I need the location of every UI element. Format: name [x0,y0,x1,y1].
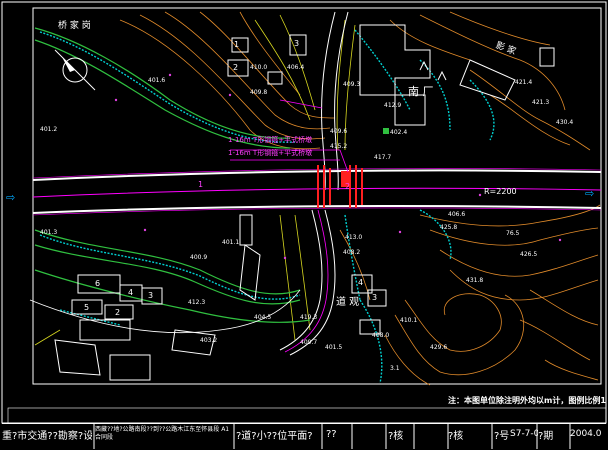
station-label: 2 [345,182,351,191]
title-block-company: 重?市交通??勘察?设计院 [2,430,92,442]
title-block-date-label: ?期 [538,430,554,442]
elevation-label: 409.7 [300,339,318,346]
title-block-reviewer: ?核 [448,430,464,442]
building-label: 5 [84,303,90,312]
elevation-label: 401.1 [222,239,240,246]
building-label: 3 [148,291,154,300]
building-label: 1 [234,40,240,49]
title-block-project: 西藏??地?公路南段??到??公路木江东至怀县段 A1合同段 [95,426,230,441]
elevation-label: 408.2 [343,249,361,256]
title-block-designer: ?? [326,428,337,440]
contours-yellow [34,14,356,346]
elevation-label: 408.0 [372,332,390,339]
title-block-number: S7-7-0 [510,429,538,439]
label-factory: 南 厂 [408,85,434,98]
elevation-label: 409.3 [343,81,361,88]
elevation-label: 425.8 [440,224,458,231]
title-block-date: 2004.0 [570,429,602,439]
pier-note-2: 1-16m T形钢箍+平式桥墩 [228,149,313,157]
survey-marker [383,128,389,134]
building-label: 3 [294,39,300,48]
elevation-label: 410.0 [250,64,268,71]
elevation-label: 76.5 [506,230,520,237]
elevation-label: 415.2 [330,143,348,150]
contours-bottom [339,204,601,386]
elevation-label: 429.6 [430,344,448,351]
building-label: 4 [358,278,364,287]
elevation-label: 403.2 [200,337,218,344]
title-block-checker: ?核 [388,430,404,442]
building-label: 6 [95,279,101,288]
building-label: 2 [233,63,239,72]
station-label: 1 [198,180,204,189]
elevation-label: 421.4 [515,79,533,86]
elevation-label: 401.6 [148,77,166,84]
elevation-label: 419.3 [300,314,318,321]
building-label: 4 [128,288,134,297]
label-top-road: 桥 家 岗 [58,21,91,31]
pier-note-1: 1-16m T形钢箍+平式桥墩 [228,136,313,144]
elevation-label: 409.8 [250,89,268,96]
elevation-label: 400.9 [190,254,208,261]
elevation-label: 431.8 [466,277,484,284]
arrow-left-icon: ⇨ [6,191,16,204]
elevation-label: 413.0 [345,234,363,241]
elevation-label: 404.5 [254,314,272,321]
note-strip [7,407,607,424]
elevation-label: 412.9 [384,102,402,109]
elevation-label: 430.4 [556,119,574,126]
elevation-label: 3.1 [390,365,400,372]
elevation-label: 417.7 [374,154,392,161]
elevation-label: 401.5 [325,344,343,351]
elevation-label: 409.6 [330,128,348,135]
building-label: 3 [372,293,378,302]
elevation-label: 426.5 [520,251,538,258]
map-canvas: 桥 家 岗 南 厂 影 家 R=2200 ⇨ ⇨ 1-16m T形钢箍+平式桥墩… [0,0,608,450]
arrow-right-icon: ⇨ [585,187,595,200]
north-arrow-icon [54,49,96,91]
elevation-label: 410.1 [400,317,418,324]
buildings [54,24,555,381]
building-label: 2 [115,308,121,317]
elevation-label: 401.2 [40,126,58,133]
elevation-label: 402.4 [390,129,408,136]
label-radius: R=2200 [484,187,517,196]
elevation-label: 401.3 [40,229,58,236]
elevation-label: 412.3 [188,299,206,306]
title-block-drawing-name: ?道?小??位平面? [236,430,313,442]
label-dao: 道 观 [336,297,360,308]
elevation-label: 421.3 [532,99,550,106]
elevation-label: 406.4 [287,64,305,71]
map-note: 注：本图单位除注明外均以m计，图例比例1 [448,396,606,405]
elevation-label: 406.6 [448,211,466,218]
tree-symbols [419,60,447,81]
